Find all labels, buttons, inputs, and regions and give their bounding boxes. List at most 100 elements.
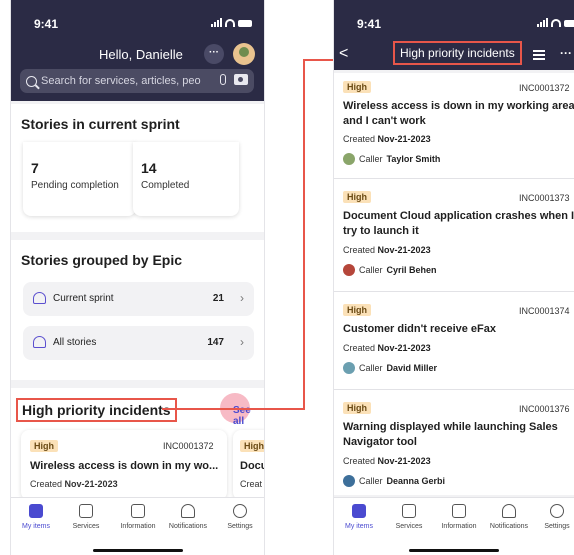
chevron-right-icon: › bbox=[240, 291, 244, 305]
created-date: Nov-21-2023 bbox=[377, 456, 431, 466]
created-label: Created bbox=[343, 343, 376, 353]
tab-my-items[interactable]: My items bbox=[334, 504, 384, 530]
tab-information[interactable]: Information bbox=[434, 504, 484, 530]
tab-label: My items bbox=[22, 523, 50, 530]
epic-icon bbox=[33, 292, 46, 304]
created-date: Nov-21-2023 bbox=[377, 134, 431, 144]
priority-badge: High bbox=[30, 440, 58, 452]
incident-created: Creat bbox=[240, 479, 263, 489]
epic-section: Stories grouped by Epic Current sprint 2… bbox=[11, 240, 264, 380]
filter-icon[interactable] bbox=[533, 50, 545, 60]
tab-information[interactable]: Information bbox=[113, 504, 163, 530]
incident-created: Created Nov-21-2023 bbox=[343, 134, 431, 144]
incident-card-peek[interactable]: High Docu Creat bbox=[233, 430, 264, 500]
incident-item[interactable]: High INC0001376 Warning displayed while … bbox=[334, 390, 574, 495]
created-date: Nov-21-2023 bbox=[64, 479, 118, 489]
more-button[interactable]: ··· bbox=[560, 46, 572, 60]
incident-item[interactable]: High INC0001372 Wireless access is down … bbox=[334, 73, 574, 179]
signal-icon bbox=[211, 18, 222, 27]
epic-row-label: Current sprint bbox=[53, 293, 114, 304]
tab-label: My items bbox=[345, 523, 373, 530]
home-indicator bbox=[409, 549, 499, 552]
back-button[interactable]: < bbox=[339, 45, 348, 63]
status-bar: 9:41 bbox=[11, 0, 264, 46]
incident-caller: Caller Taylor Smith bbox=[343, 153, 440, 165]
edit-icon bbox=[79, 504, 93, 518]
status-time: 9:41 bbox=[357, 17, 382, 31]
tab-bar: My items Services Information Notificati… bbox=[334, 497, 574, 555]
caller-label: Caller bbox=[359, 265, 383, 275]
epic-row-count: 147 bbox=[207, 337, 224, 348]
more-button[interactable]: ··· bbox=[204, 44, 224, 64]
epic-row-all-stories[interactable]: All stories 147 › bbox=[23, 326, 254, 360]
tab-services[interactable]: Services bbox=[384, 504, 434, 530]
caller-avatar bbox=[343, 475, 355, 487]
avatar[interactable] bbox=[233, 43, 255, 65]
tab-settings[interactable]: Settings bbox=[532, 504, 574, 530]
edit-icon bbox=[402, 504, 416, 518]
document-icon bbox=[131, 504, 145, 518]
search-input[interactable]: Search for services, articles, people bbox=[20, 69, 254, 93]
tab-label: Notifications bbox=[489, 523, 529, 530]
section-title: Stories in current sprint bbox=[21, 116, 180, 132]
camera-icon[interactable] bbox=[234, 74, 248, 85]
tab-settings[interactable]: Settings bbox=[215, 504, 264, 530]
created-label: Created bbox=[343, 134, 376, 144]
bell-icon bbox=[502, 504, 516, 518]
incident-created: Created Nov-21-2023 bbox=[343, 456, 431, 466]
system-icons bbox=[211, 18, 252, 27]
battery-icon bbox=[564, 20, 574, 27]
incident-number: INC0001376 bbox=[519, 404, 570, 414]
caller-name: Cyril Behen bbox=[386, 265, 437, 275]
status-bar: 9:41 bbox=[334, 0, 574, 46]
gear-icon bbox=[550, 504, 564, 518]
stat-card-pending[interactable]: 7 Pending completion bbox=[23, 142, 136, 216]
incidents-header: < High priority incidents ··· bbox=[334, 41, 574, 70]
tab-bar: My items Services Information Notificati… bbox=[11, 497, 264, 555]
epic-row-current-sprint[interactable]: Current sprint 21 › bbox=[23, 282, 254, 316]
priority-badge: High bbox=[240, 440, 264, 452]
microphone-icon[interactable] bbox=[220, 74, 226, 85]
sprint-section: Stories in current sprint 7 Pending comp… bbox=[11, 104, 264, 232]
epic-row-count: 21 bbox=[212, 293, 224, 304]
incident-created: Created Nov-21-2023 bbox=[343, 343, 431, 353]
document-icon bbox=[452, 504, 466, 518]
incident-title: Document Cloud application crashes when … bbox=[343, 210, 574, 237]
bell-icon bbox=[181, 504, 195, 518]
caller-name: Deanna Gerbi bbox=[386, 476, 446, 486]
system-icons bbox=[537, 18, 574, 27]
incident-caller: Caller Cyril Behen bbox=[343, 264, 437, 276]
incident-item[interactable]: High INC0001374 Customer didn't receive … bbox=[334, 292, 574, 390]
stage: 9:41 Hello, Danielle ··· Search for serv… bbox=[0, 0, 574, 555]
tab-my-items[interactable]: My items bbox=[11, 504, 61, 530]
incident-item[interactable]: High INC0001373 Document Cloud applicati… bbox=[334, 179, 574, 292]
tab-notifications[interactable]: Notifications bbox=[163, 504, 213, 530]
tab-label: Notifications bbox=[168, 523, 208, 530]
incident-title: Wireless access is down in my wo... bbox=[30, 460, 219, 472]
caller-label: Caller bbox=[359, 154, 383, 164]
tab-services[interactable]: Services bbox=[61, 504, 111, 530]
caller-name: Taylor Smith bbox=[386, 154, 441, 164]
incident-number: INC0001374 bbox=[519, 306, 570, 316]
incident-list: High INC0001372 Wireless access is down … bbox=[334, 73, 574, 495]
chevron-right-icon: › bbox=[240, 335, 244, 349]
incident-card[interactable]: High INC0001372 Wireless access is down … bbox=[21, 430, 227, 500]
stat-card-completed[interactable]: 14 Completed bbox=[133, 142, 239, 216]
briefcase-icon bbox=[29, 504, 43, 518]
incident-title: Customer didn't receive eFax bbox=[343, 323, 497, 335]
tab-notifications[interactable]: Notifications bbox=[484, 504, 534, 530]
created-date: Nov-21-2023 bbox=[377, 343, 431, 353]
briefcase-icon bbox=[352, 504, 366, 518]
incident-caller: Caller Deanna Gerbi bbox=[343, 475, 445, 487]
status-time: 9:41 bbox=[34, 17, 59, 31]
wifi-icon bbox=[225, 19, 235, 27]
incidents-title: High priority incidents bbox=[16, 398, 177, 422]
stat-label: Completed bbox=[141, 180, 190, 191]
stat-value: 7 bbox=[31, 160, 39, 176]
connector-line bbox=[303, 60, 305, 410]
search-placeholder: Search for services, articles, people bbox=[41, 75, 201, 87]
caller-avatar bbox=[343, 264, 355, 276]
incident-title: Wireless access is down in my working ar… bbox=[343, 100, 574, 127]
created-date: Nov-21-2023 bbox=[377, 245, 431, 255]
connector-line bbox=[162, 408, 303, 410]
